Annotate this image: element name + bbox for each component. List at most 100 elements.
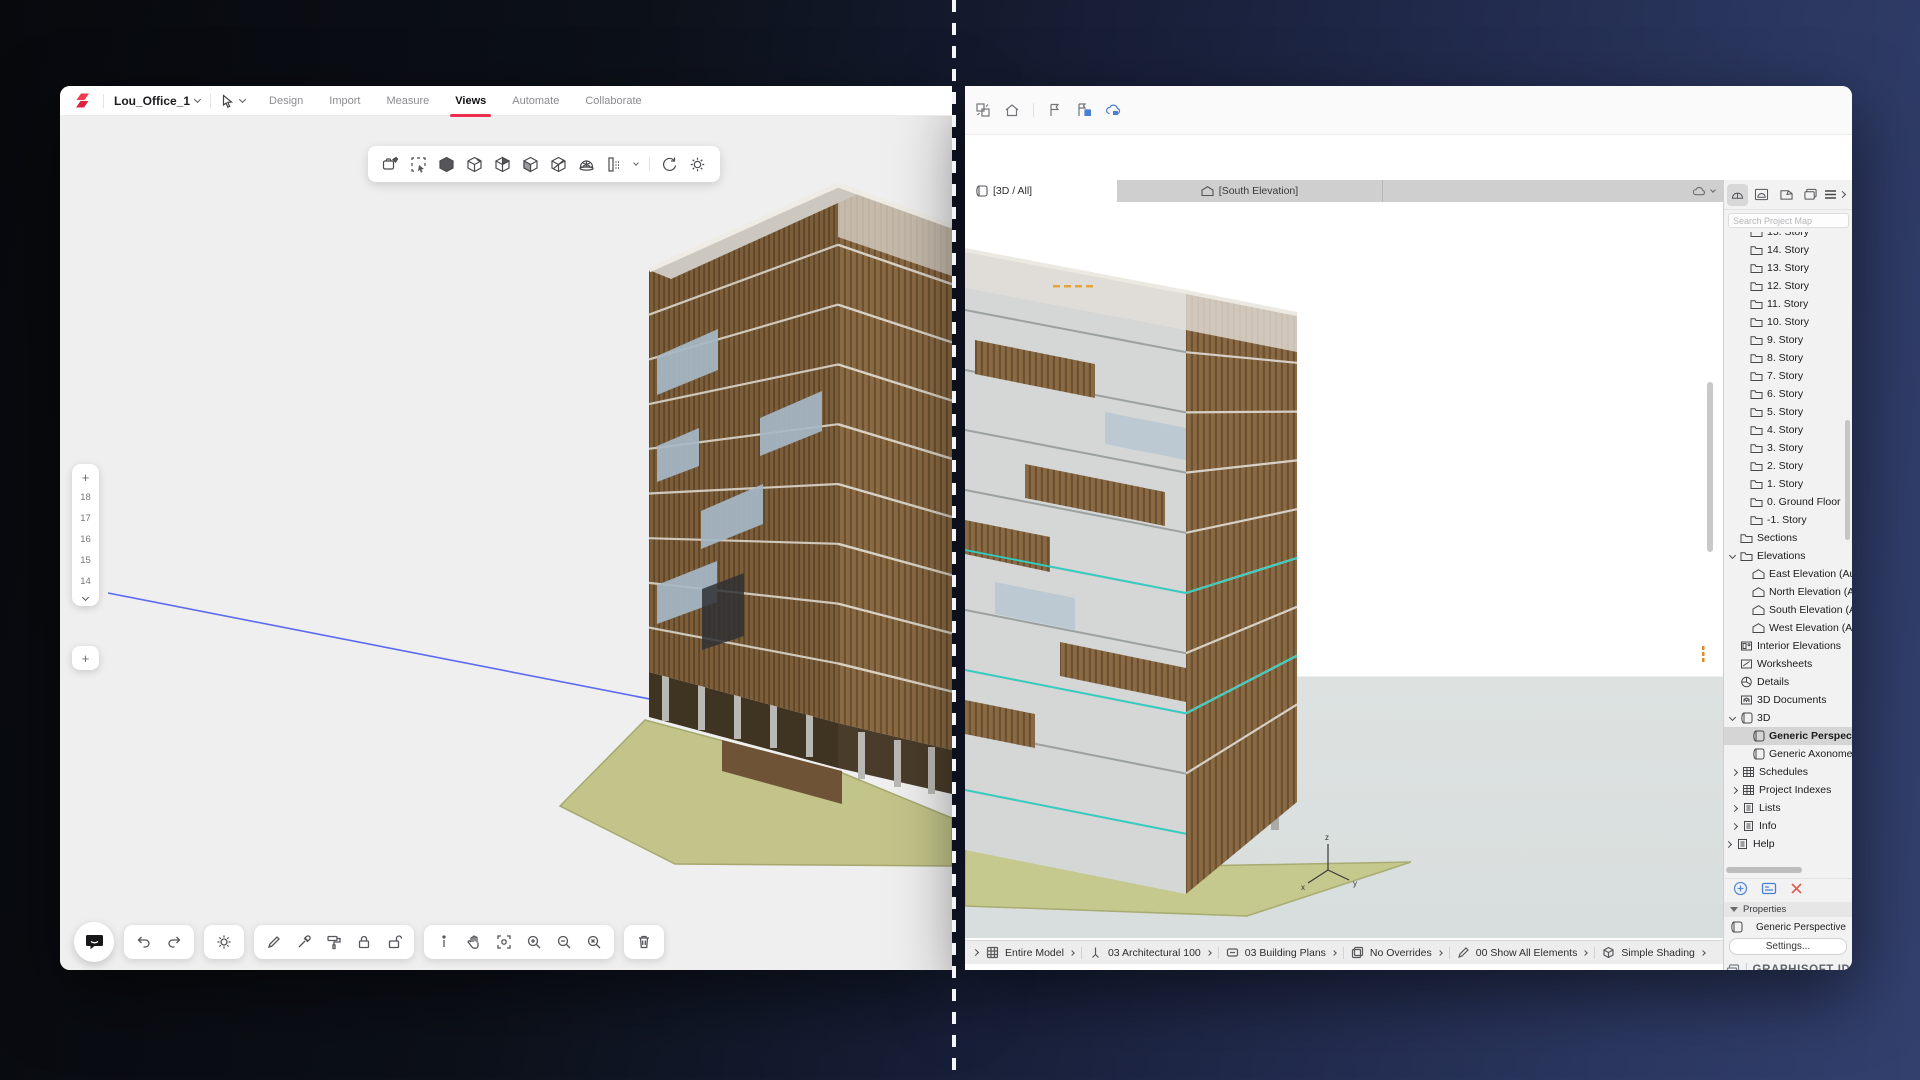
tree-item-interior-elevations[interactable]: Interior Elevations [1724,637,1852,655]
story-16[interactable]: 16 [80,529,91,550]
layout-book-tab[interactable] [1776,184,1797,206]
favorites-table-icon[interactable] [1076,102,1092,118]
menu-design[interactable]: Design [269,95,303,107]
info-icon[interactable] [436,934,452,950]
undo-icon[interactable] [136,934,152,950]
search-input[interactable] [1728,213,1849,228]
cube-section-icon[interactable] [522,156,539,173]
section-display-icon[interactable] [606,156,623,173]
add-viewpoint-icon[interactable] [1733,881,1748,896]
tree-item-story-10[interactable]: 10. Story [1724,313,1852,331]
tree-item-story-5[interactable]: 5. Story [1724,403,1852,421]
save-view-icon[interactable] [382,156,399,173]
tree-item-sections[interactable]: Sections [1724,529,1852,547]
chevron-down-icon[interactable] [633,160,639,166]
project-map-tab[interactable] [1727,184,1748,206]
tree-item-3d-documents[interactable]: 3D Documents [1724,691,1852,709]
rendering-style-option[interactable]: Simple Shading [1602,946,1705,959]
tree-item-north-elevation[interactable]: North Elevation (A [1724,583,1852,601]
tree-item-west-elevation[interactable]: West Elevation (Au [1724,619,1852,637]
tree-item-story-15[interactable]: 15. Story [1724,232,1852,241]
settings-button[interactable]: Settings... [1729,938,1847,955]
tree-item-generic-axonometry[interactable]: Generic Axonomet [1724,745,1852,763]
right-3d-viewport[interactable]: z x y [965,202,1723,938]
lock-icon[interactable] [356,934,372,950]
unlock-icon[interactable] [386,934,402,950]
tree-item-project-indexes[interactable]: Project Indexes [1724,781,1852,799]
menu-collaborate[interactable]: Collaborate [585,95,641,107]
story-nav-more-icon[interactable] [82,594,89,601]
trash-icon[interactable] [636,934,652,950]
properties-header[interactable]: Properties [1724,902,1852,917]
tree-item-elevations[interactable]: Elevations [1724,547,1852,565]
tree-item-generic-perspective[interactable]: Generic Perspect [1724,727,1852,745]
gear-icon[interactable] [216,934,232,950]
scale-option[interactable]: 03 Architectural 100 [1089,946,1211,959]
arrange-windows-icon[interactable] [975,102,991,118]
zoom-in-icon[interactable] [526,934,542,950]
tree-item-worksheets[interactable]: Worksheets [1724,655,1852,673]
tree-item-story-3[interactable]: 3. Story [1724,439,1852,457]
publisher-tab[interactable] [1800,184,1821,206]
left-3d-viewport[interactable]: + 18 17 16 15 14 + [60,116,952,970]
gear-icon[interactable] [689,156,706,173]
viewpoint-properties-icon[interactable] [1761,882,1777,895]
select-tool-button[interactable] [221,94,245,108]
tab-cloud-status[interactable] [1692,180,1723,202]
tree-item-story-8[interactable]: 8. Story [1724,349,1852,367]
home-icon[interactable] [1004,102,1020,118]
marquee-icon[interactable] [410,156,427,173]
tree-horizontal-scrollbar[interactable] [1726,867,1802,873]
tree-item-story-2[interactable]: 2. Story [1724,457,1852,475]
story-18[interactable]: 18 [80,487,91,508]
cube-slice-icon[interactable] [550,156,567,173]
flag-icon[interactable] [1047,102,1063,118]
story-15[interactable]: 15 [80,550,91,571]
graphisoft-id-badge[interactable]: GRAPHISOFT ID [1724,960,1852,970]
assistant-button[interactable] [74,922,114,962]
refresh-icon[interactable] [661,156,678,173]
model-filter-option[interactable]: Entire Model [986,946,1074,959]
paint-roller-icon[interactable] [326,934,342,950]
tree-item-story-9[interactable]: 9. Story [1724,331,1852,349]
zoom-out-icon[interactable] [556,934,572,950]
delete-viewpoint-icon[interactable] [1790,882,1803,895]
tab-south-elevation[interactable]: [South Elevation] [1117,180,1383,202]
cloud-sync-icon[interactable] [1105,102,1121,118]
layer-combination-option[interactable]: 03 Building Plans [1226,946,1336,959]
redo-icon[interactable] [166,934,182,950]
tree-item-south-elevation[interactable]: South Elevation (A [1724,601,1852,619]
renovation-filter-option[interactable]: No Overrides [1351,946,1442,959]
menu-measure[interactable]: Measure [386,95,429,107]
cube-open-icon[interactable] [466,156,483,173]
tree-item-3d[interactable]: 3D [1724,709,1852,727]
navigator-menu-button[interactable] [1824,189,1849,200]
story-17[interactable]: 17 [80,508,91,529]
zoom-reset-icon[interactable] [586,934,602,950]
tree-item-schedules[interactable]: Schedules [1724,763,1852,781]
tree-item-lists[interactable]: Lists [1724,799,1852,817]
tree-item-info[interactable]: Info [1724,817,1852,835]
tree-item-east-elevation[interactable]: East Elevation (Au [1724,565,1852,583]
dome-icon[interactable] [578,156,595,173]
tab-3d-all[interactable]: [3D / All] [965,180,1117,202]
add-story-button[interactable]: + [72,646,99,670]
eyedropper-icon[interactable] [296,934,312,950]
tree-item-story-4[interactable]: 4. Story [1724,421,1852,439]
menu-views[interactable]: Views [455,95,486,107]
tree-item-story-6[interactable]: 6. Story [1724,385,1852,403]
view-map-tab[interactable] [1751,184,1772,206]
tree-item-story-7[interactable]: 7. Story [1724,367,1852,385]
pan-hand-icon[interactable] [466,934,482,950]
menu-automate[interactable]: Automate [512,95,559,107]
tree-item-story-1[interactable]: 1. Story [1724,475,1852,493]
tree-item-story-13[interactable]: 13. Story [1724,259,1852,277]
overflow-left-icon[interactable] [972,949,979,956]
story-nav-up-button[interactable]: + [82,471,90,487]
project-title[interactable]: Lou_Office_1 [114,94,200,108]
tree-item-help[interactable]: Help [1724,835,1852,853]
story-14[interactable]: 14 [80,571,91,592]
tree-item-details[interactable]: Details [1724,673,1852,691]
tree-item-ground-floor[interactable]: 0. Ground Floor [1724,493,1852,511]
tree-item-story-12[interactable]: 12. Story [1724,277,1852,295]
